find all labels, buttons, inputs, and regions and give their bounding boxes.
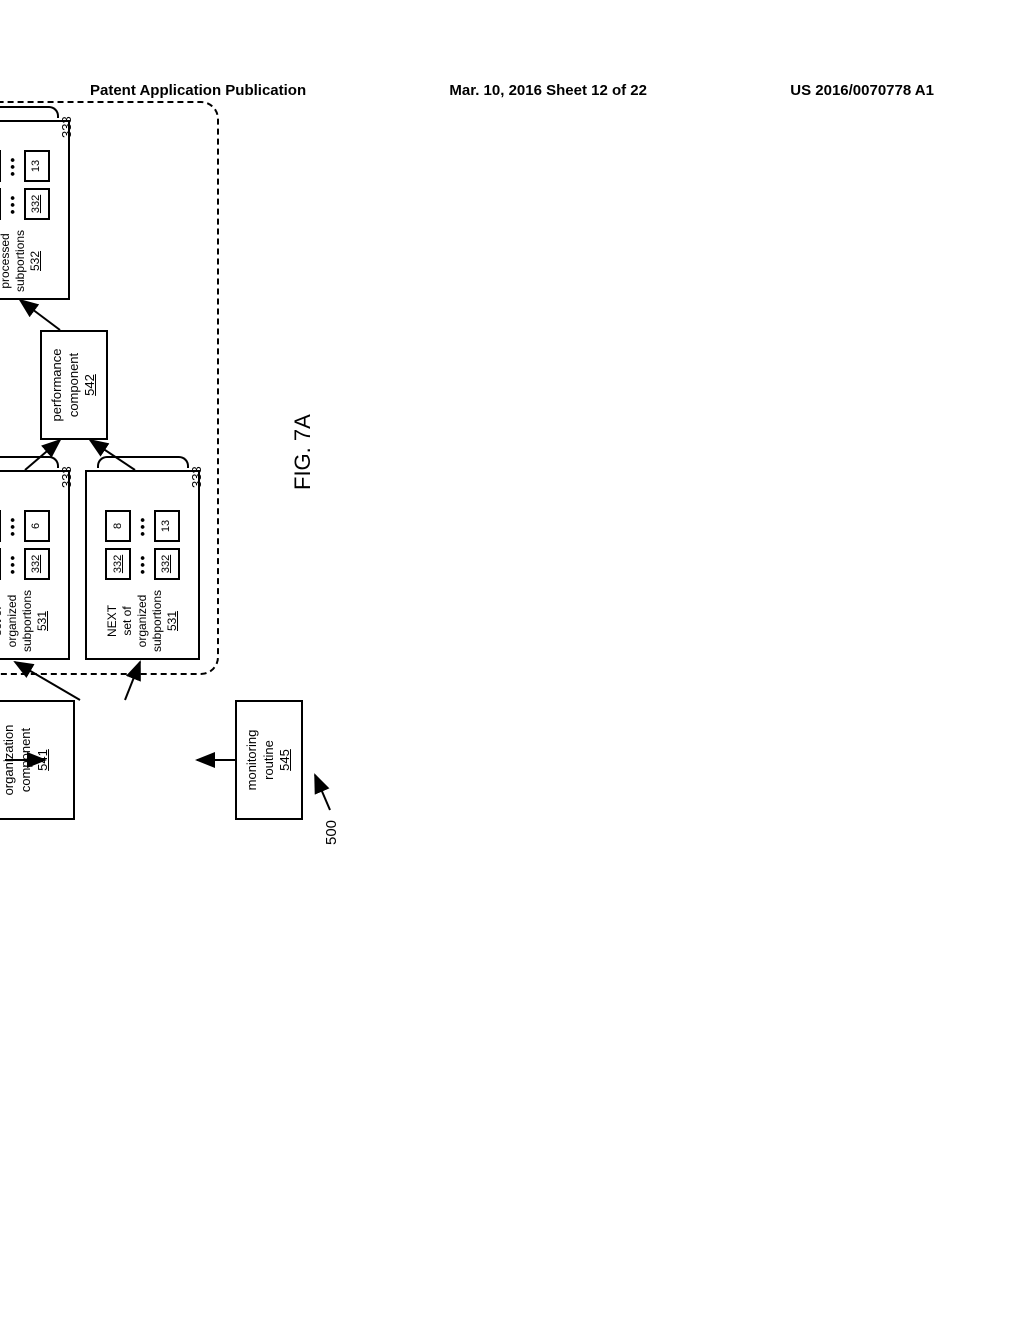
cell-col: 332 ••• 332 [105, 548, 179, 580]
processed-text: set of processed subportions 532 [0, 230, 43, 292]
text: organization [1, 706, 18, 814]
ref: 542 [82, 336, 99, 434]
text: organized [135, 590, 150, 652]
organization-component-box: ordering component 541o organization com… [0, 700, 75, 820]
cell-ref: 332 [111, 555, 125, 573]
last-text: LAST set of organized subportions 531 [0, 590, 50, 652]
text: subportions [13, 230, 28, 292]
cell-col: 0 ••• 13 [0, 150, 50, 182]
text: set of [120, 590, 135, 652]
bracket [97, 456, 189, 468]
cell-val: 13 [29, 160, 43, 172]
text: component [66, 336, 83, 434]
text: monitoring [244, 706, 261, 814]
cell-val: 13 [159, 520, 173, 532]
last-organized-box: LAST set of organized subportions 531 33… [0, 470, 70, 660]
text: subportions [150, 590, 165, 652]
bracket-ref: 333 [189, 466, 204, 488]
ref: 532 [28, 230, 43, 292]
dots-icon: ••• [133, 554, 151, 575]
performance-component-box: performance component 542 [40, 330, 108, 440]
ref: 531 [165, 590, 180, 652]
next-organized-box: NEXT set of organized subportions 531 33… [85, 470, 200, 660]
ref: 541 [35, 706, 52, 814]
cell-col: 8 ••• 13 [105, 510, 179, 542]
header-center: Mar. 10, 2016 Sheet 12 of 22 [449, 82, 647, 99]
next-text: NEXT set of organized subportions 531 [105, 590, 180, 652]
ref: 531 [35, 590, 50, 652]
text: organized [5, 590, 20, 652]
dots-icon: ••• [3, 554, 21, 575]
cell-col: 332 ••• 332 [0, 548, 50, 580]
bracket [0, 106, 59, 118]
dots-icon: ••• [3, 156, 21, 177]
device-number: 500 [323, 820, 340, 845]
bracket [0, 456, 59, 468]
processed-cells: 332 ••• 332 0 ••• 13 [0, 150, 50, 220]
cell-ref: 332 [159, 555, 173, 573]
text: processed [0, 230, 13, 292]
cell-ref: 332 [29, 195, 43, 213]
figure-label: FIG. 7A [290, 414, 316, 490]
processed-subportions-box: set of processed subportions 532 332 •••… [0, 120, 70, 300]
text: subportions [20, 590, 35, 652]
header-left: Patent Application Publication [90, 82, 306, 99]
cell-col: 0 ••• 6 [0, 510, 50, 542]
cell-col: 332 ••• 332 [0, 188, 50, 220]
next-cells: 332 ••• 332 8 ••• 13 [105, 510, 179, 580]
page-header: Patent Application Publication Mar. 10, … [0, 82, 1024, 99]
last-cells: 332 ••• 332 0 ••• 6 [0, 510, 50, 580]
ref: 545 [277, 706, 294, 814]
dots-icon: ••• [133, 516, 151, 537]
cell-val: 6 [29, 523, 43, 529]
text: NEXT [105, 590, 120, 652]
cell-ref: 332 [29, 555, 43, 573]
dots-icon: ••• [3, 516, 21, 537]
bracket-ref: 333 [59, 116, 74, 138]
cell-val: 8 [111, 523, 125, 529]
diagram: set of retrieved subportions 335 orderin… [0, 360, 775, 820]
header-right: US 2016/0070778 A1 [790, 82, 934, 99]
text: performance [49, 336, 66, 434]
text: component [18, 706, 35, 814]
text: routine [261, 706, 278, 814]
bracket-ref: 333 [59, 466, 74, 488]
monitoring-routine-box: monitoring routine 545 [235, 700, 303, 820]
dots-icon: ••• [3, 194, 21, 215]
